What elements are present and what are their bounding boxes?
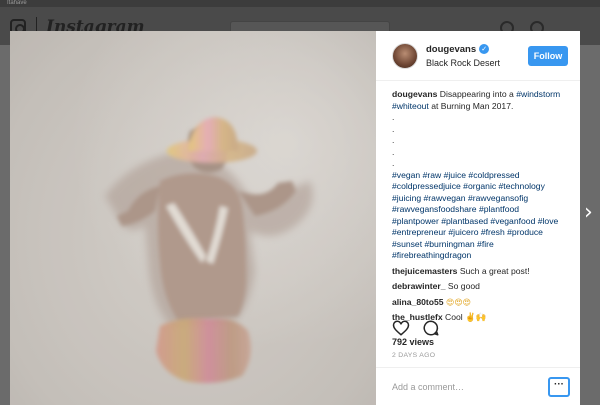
post-location[interactable]: Black Rock Desert: [426, 58, 528, 68]
heart-icon[interactable]: [392, 319, 410, 337]
verified-badge-icon: ✓: [479, 44, 490, 54]
avatar[interactable]: [392, 42, 418, 69]
caption-dot: .: [392, 135, 395, 145]
owner-username[interactable]: dougevans: [426, 44, 476, 55]
add-comment-bar: ···: [376, 367, 580, 405]
browser-tab-strip: Itahave: [0, 0, 600, 7]
caption-dot: .: [392, 112, 395, 122]
caption: dougevans Disappearing into a #windstorm…: [392, 89, 564, 112]
comment-username[interactable]: thejuicemasters: [392, 266, 457, 276]
caption-dot: .: [392, 158, 395, 168]
post-modal: dougevans ✓ Black Rock Desert Follow dou…: [10, 31, 580, 405]
hashtag-line[interactable]: #vegan #raw #juice #coldpressed: [392, 170, 564, 182]
comment-text: Such a great post!: [459, 265, 530, 276]
caption-username[interactable]: dougevans: [392, 89, 437, 99]
post-sidebar: dougevans ✓ Black Rock Desert Follow dou…: [376, 31, 580, 405]
comment-item: thejuicemasters Such a great post!: [392, 266, 564, 278]
follow-button[interactable]: Follow: [528, 45, 568, 66]
hashtag-link[interactable]: #windstorm: [516, 89, 560, 99]
add-comment-input[interactable]: [392, 381, 548, 392]
comment-username[interactable]: alina_80to55: [392, 297, 444, 307]
caption-dot: .: [392, 146, 395, 157]
caption-text: Disappearing into a: [439, 89, 514, 99]
caption-dots: . . . . .: [392, 112, 564, 170]
comment-icon[interactable]: [422, 319, 440, 337]
post-actions: [392, 319, 440, 337]
caption-text: at Burning Man 2017.: [431, 100, 514, 111]
hashtag-line[interactable]: #rawvegansfoodshare #plantfood: [392, 204, 564, 216]
hashtag-link[interactable]: #whiteout: [392, 101, 429, 111]
post-header: dougevans ✓ Black Rock Desert Follow: [376, 31, 580, 81]
more-options-button[interactable]: ···: [548, 376, 570, 397]
comment-item: debrawinter_ So good: [392, 281, 564, 293]
comment-text: Cool ✌🙌: [445, 312, 487, 322]
view-count[interactable]: 792 views: [392, 337, 434, 347]
post-photo: [10, 31, 376, 405]
comment-item: alina_80to55 😍😍😍: [392, 297, 564, 309]
hashtag-line[interactable]: #firebreathingdragon: [392, 250, 564, 262]
comment-text: So good: [447, 281, 480, 291]
post-owner-info: dougevans ✓ Black Rock Desert: [426, 44, 528, 68]
hashtag-line[interactable]: #juicing #rawvegan #rawvegansofig: [392, 193, 564, 205]
next-post-chevron-icon[interactable]: ›: [584, 200, 596, 226]
post-date[interactable]: 2 DAYS AGO: [392, 352, 435, 359]
comment-text: 😍😍😍: [445, 297, 472, 307]
hashtag-line[interactable]: #coldpressedjuice #organic #technology: [392, 181, 564, 193]
dancer-figure-illustration: [10, 31, 376, 405]
caption-dot: .: [392, 123, 395, 134]
hashtag-line[interactable]: #sunset #burningman #fire: [392, 239, 564, 251]
comment-username[interactable]: debrawinter_: [392, 281, 446, 291]
post-owner: dougevans ✓: [426, 44, 528, 55]
hashtag-line[interactable]: #plantpower #plantbased #veganfood #love: [392, 216, 564, 228]
browser-tab-label: Itahave: [7, 0, 27, 6]
hashtag-line[interactable]: #entrepreneur #juicero #fresh #produce: [392, 227, 564, 239]
